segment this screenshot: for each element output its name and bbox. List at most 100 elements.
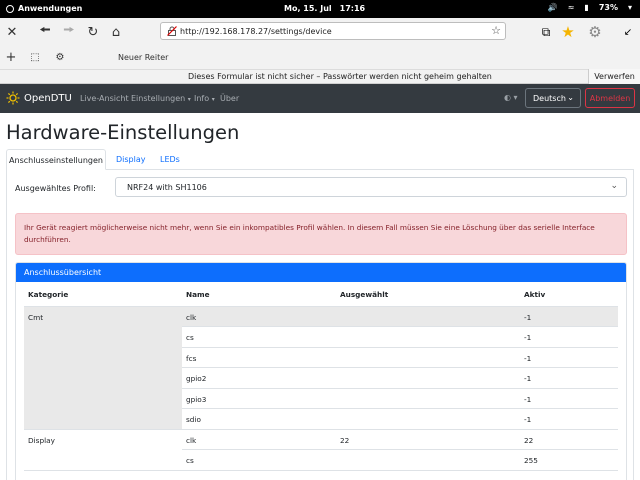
profile-value: NRF24 with SH1106 — [127, 183, 207, 192]
table-header-row: Kategorie Name Ausgewählt Aktiv — [24, 282, 618, 307]
name-cell: gpio2 — [182, 367, 336, 389]
battery-percent: 73% — [598, 3, 618, 12]
language-select[interactable]: Deutsch ⌄ — [525, 88, 581, 108]
bookmark-star-icon[interactable]: ☆ — [491, 24, 501, 37]
browser-chrome: ✕ 🠘 🠚 ↻ ⌂ http://192.168.178.27/settings… — [0, 18, 640, 69]
selected-cell — [336, 449, 520, 471]
url-bar[interactable]: http://192.168.178.27/settings/device ☆ — [160, 22, 506, 40]
selected-cell — [336, 367, 520, 389]
name-cell: sdio — [182, 408, 336, 430]
nav-info[interactable]: Info ▾ — [194, 94, 215, 103]
settings-gear-icon[interactable]: ⚙ — [585, 22, 605, 42]
nav-info-label: Info — [194, 94, 210, 103]
name-cell: cs — [182, 326, 336, 348]
system-menu-icon: ▾ — [627, 3, 632, 12]
name-cell: gpio3 — [182, 388, 336, 409]
pin-overview-panel: Anschlussübersicht Kategorie Name Ausgew… — [15, 262, 627, 480]
insecure-lock-icon — [167, 26, 177, 36]
settings-card: Ausgewähltes Profil: NRF24 with SH1106 ⌄… — [6, 169, 634, 480]
tab-bar: Anschlusseinstellungen Display LEDs — [6, 149, 634, 170]
column-header: Name — [182, 282, 336, 307]
tab-row: + ⬚ ⚙ Neuer Reiter — [0, 46, 640, 69]
system-top-bar: Anwendungen Mo, 15. Jul 17:16 🔊 ≈ ▮ 73% ▾ — [0, 0, 640, 18]
column-header: Kategorie — [24, 282, 182, 307]
tabs-overview-icon[interactable]: ⧉ — [536, 22, 556, 42]
category-cell: Display — [24, 429, 182, 471]
page-content: Hardware-Einstellungen Anschlusseinstell… — [0, 113, 640, 480]
clock-date: Mo, 15. Jul — [284, 4, 332, 13]
active-cell: -1 — [520, 306, 618, 327]
clock-time: 17:16 — [339, 4, 366, 13]
brand-link[interactable]: OpenDTU — [6, 91, 72, 105]
url-text: http://192.168.178.27/settings/device — [180, 27, 332, 36]
tab-leds[interactable]: LEDs — [160, 149, 180, 170]
active-cell: -1 — [520, 326, 618, 348]
language-label: Deutsch — [533, 94, 566, 103]
logout-button[interactable]: Abmelden — [585, 88, 635, 108]
active-cell: -1 — [520, 367, 618, 389]
warning-alert: Ihr Gerät reagiert möglicherweise nicht … — [15, 213, 627, 255]
activities-label: Anwendungen — [18, 4, 83, 13]
name-cell: cs — [182, 449, 336, 471]
selected-cell — [336, 347, 520, 368]
activities-button[interactable]: Anwendungen — [6, 4, 82, 13]
theme-toggle-icon[interactable]: ◐ ▾ — [504, 93, 518, 102]
brand-name: OpenDTU — [24, 92, 72, 104]
column-header: Aktiv — [520, 282, 618, 307]
category-cell: Cmt — [24, 306, 182, 430]
active-cell: -1 — [520, 347, 618, 368]
active-cell: -1 — [520, 388, 618, 409]
fullscreen-icon[interactable]: ↙ — [618, 22, 638, 42]
nav-about[interactable]: Über — [220, 94, 239, 103]
system-tray[interactable]: 🔊 ≈ ▮ 73% ▾ — [548, 3, 632, 12]
profile-label: Ausgewähltes Profil: — [15, 184, 96, 193]
activities-icon — [6, 4, 14, 13]
chevron-down-icon: ⌄ — [567, 93, 574, 102]
battery-icon: ▮ — [584, 3, 589, 12]
nav-settings-label: Einstellungen — [131, 94, 186, 103]
tab-connection-settings[interactable]: Anschlusseinstellungen — [6, 149, 106, 170]
security-warning-bar: Dieses Formular ist nicht sicher – Passw… — [0, 69, 640, 85]
name-cell: clk — [182, 306, 336, 327]
home-icon[interactable]: ⌂ — [107, 23, 125, 41]
wifi-icon: ≈ — [567, 3, 575, 12]
bookmarks-star-icon[interactable]: ★ — [558, 22, 578, 42]
selected-cell — [336, 306, 520, 327]
panel-title: Anschlussübersicht — [16, 263, 626, 282]
select-icon[interactable]: ⬚ — [26, 48, 44, 66]
volume-icon: 🔊 — [547, 3, 558, 12]
page-title: Hardware-Einstellungen — [6, 121, 240, 144]
close-icon[interactable]: ✕ — [3, 23, 21, 41]
security-warning-text: Dieses Formular ist nicht sicher – Passw… — [188, 72, 492, 81]
sun-logo-icon — [6, 91, 20, 105]
chevron-down-icon: ▾ — [211, 96, 215, 103]
column-header: Ausgewählt — [336, 282, 520, 307]
name-cell: clk — [182, 429, 336, 450]
active-cell: 22 — [520, 429, 618, 450]
chevron-down-icon: ▾ — [187, 96, 191, 103]
nav-settings[interactable]: Einstellungen ▾ — [131, 94, 191, 103]
clock[interactable]: Mo, 15. Jul 17:16 — [284, 4, 365, 13]
profile-select[interactable]: NRF24 with SH1106 ⌄ — [115, 177, 627, 197]
tab-display[interactable]: Display — [116, 149, 146, 170]
app-navbar: OpenDTU Live-Ansicht Einstellungen ▾ Inf… — [0, 84, 640, 113]
extension-icon[interactable]: ⚙ — [51, 48, 69, 66]
forward-icon[interactable]: 🠚 — [60, 23, 78, 41]
chevron-down-icon: ⌄ — [610, 181, 618, 191]
pin-table: Kategorie Name Ausgewählt Aktiv Cmt clk … — [24, 282, 618, 471]
new-tab-plus-icon[interactable]: + — [2, 48, 20, 66]
back-icon[interactable]: 🠘 — [36, 23, 54, 41]
selected-cell — [336, 408, 520, 430]
selected-cell: 22 — [336, 429, 520, 450]
nav-live-view[interactable]: Live-Ansicht — [80, 94, 129, 103]
new-tab-label[interactable]: Neuer Reiter — [118, 53, 168, 62]
active-cell: 255 — [520, 449, 618, 471]
table-row: Display clk 22 22 — [24, 429, 618, 471]
selected-cell — [336, 326, 520, 348]
reload-icon[interactable]: ↻ — [84, 23, 102, 41]
table-row: Cmt clk -1 — [24, 306, 618, 430]
active-cell: -1 — [520, 408, 618, 430]
dismiss-button[interactable]: Verwerfen — [588, 69, 640, 85]
name-cell: fcs — [182, 347, 336, 368]
selected-cell — [336, 388, 520, 409]
